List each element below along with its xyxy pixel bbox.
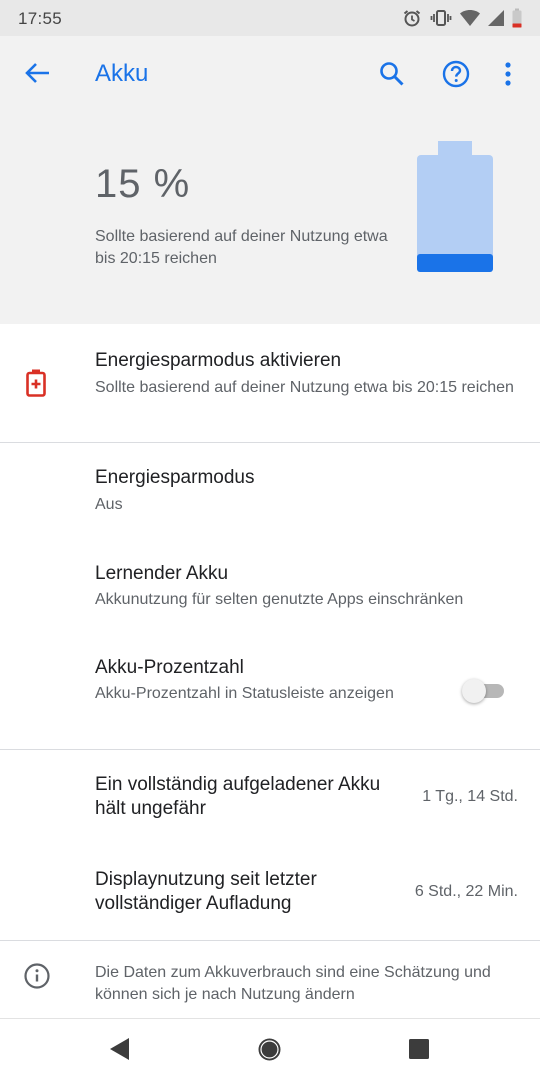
wifi-icon	[460, 9, 480, 27]
divider	[0, 442, 540, 443]
full-charge-item: Ein vollständig aufgeladener Akku hält u…	[0, 760, 540, 850]
suggestion-subtitle: Sollte basierend auf deiner Nutzung etwa…	[95, 379, 514, 396]
battery-saver-suggestion[interactable]: Energiesparmodus aktivieren Sollte basie…	[0, 338, 540, 442]
info-icon	[24, 963, 50, 994]
adaptive-battery-item[interactable]: Lernender Akku Akkunutzung für selten ge…	[0, 548, 540, 638]
status-time: 17:55	[18, 9, 63, 28]
footer-info-text: Die Daten zum Akkuverbrauch sind eine Sc…	[95, 964, 491, 1003]
battery-saver-item[interactable]: Energiesparmodus Aus	[0, 452, 540, 542]
more-vert-icon[interactable]	[504, 61, 512, 92]
page-title: Akku	[95, 60, 149, 87]
battery-estimate: Sollte basierend auf deiner Nutzung etwa…	[95, 228, 388, 267]
full-charge-value: 1 Tg., 14 Std.	[422, 788, 518, 805]
status-bar: 17:55	[0, 0, 540, 36]
help-icon[interactable]	[442, 60, 470, 93]
vibrate-icon	[430, 8, 452, 28]
status-icons	[402, 8, 522, 28]
adaptive-battery-subtitle: Akkunutzung für selten genutzte Apps ein…	[95, 591, 464, 608]
adaptive-battery-title: Lernender Akku	[95, 563, 229, 584]
battery-graphic-icon	[416, 141, 494, 278]
battery-saver-title: Energiesparmodus	[95, 467, 255, 488]
system-nav-bar	[0, 1018, 540, 1080]
battery-percentage-item[interactable]: Akku-Prozentzahl Akku-Prozentzahl in Sta…	[0, 644, 540, 744]
screen-usage-item: Displaynutzung seit letzter vollständige…	[0, 856, 540, 940]
signal-icon	[488, 9, 504, 27]
screen-usage-value: 6 Std., 22 Min.	[414, 883, 518, 900]
divider	[0, 749, 540, 750]
battery-percent: 15 %	[95, 162, 191, 206]
back-nav-icon[interactable]	[108, 1037, 130, 1066]
app-toolbar: Akku	[0, 36, 540, 110]
search-icon[interactable]	[379, 61, 405, 92]
arrow-back-icon[interactable]	[24, 61, 50, 90]
screen-usage-title: Displaynutzung seit letzter vollständige…	[95, 869, 317, 914]
battery-saver-status: Aus	[95, 496, 123, 513]
home-nav-icon[interactable]	[257, 1037, 282, 1067]
battery-low-icon	[512, 8, 522, 28]
battery-percentage-toggle[interactable]	[460, 678, 508, 704]
divider	[0, 940, 540, 941]
full-charge-title: Ein vollständig aufgeladener Akku hält u…	[95, 774, 381, 819]
battery-header: 15 % Sollte basierend auf deiner Nutzung…	[0, 110, 540, 324]
toggle-thumb	[462, 679, 486, 703]
alarm-icon	[402, 8, 422, 28]
recents-nav-icon[interactable]	[409, 1039, 429, 1064]
battery-percentage-subtitle: Akku-Prozentzahl in Statusleiste anzeige…	[95, 685, 394, 702]
suggestion-title: Energiesparmodus aktivieren	[95, 350, 342, 371]
battery-percentage-title: Akku-Prozentzahl	[95, 657, 244, 678]
